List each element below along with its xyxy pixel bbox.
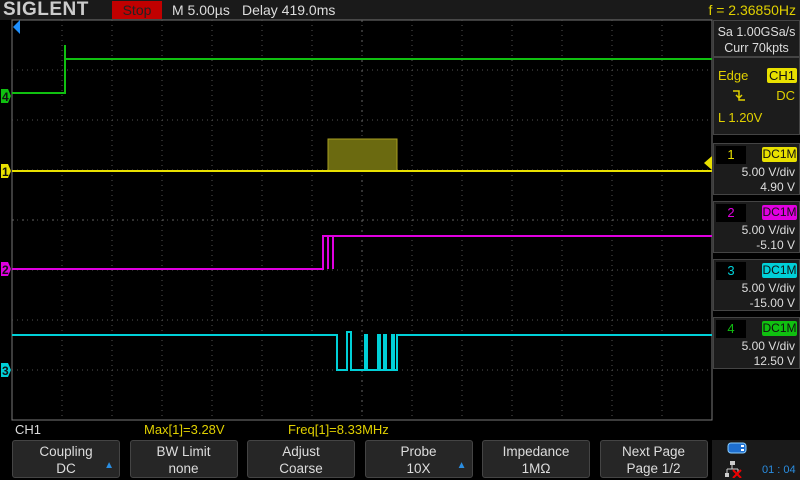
softkey-bw-limit[interactable]: BW Limit none xyxy=(129,440,238,478)
softkey-title: Next Page xyxy=(621,444,686,459)
channel-offset: -15.00 V xyxy=(749,296,795,310)
channel-coupling: DC1M xyxy=(762,147,797,162)
channel-coupling: DC1M xyxy=(762,263,797,278)
measure-channel: CH1 xyxy=(15,422,42,437)
usb-icon xyxy=(727,442,747,454)
channel-scale: 5.00 V/div xyxy=(741,165,795,179)
channel-number: 4 xyxy=(716,320,746,338)
channel-offset: -5.10 V xyxy=(756,238,795,252)
clock: 01 : 04 xyxy=(762,464,796,476)
channel-scale: 5.00 V/div xyxy=(741,223,795,237)
sample-rate: Sa 1.00GSa/s xyxy=(717,25,796,39)
softkey-value: 1MΩ xyxy=(521,461,551,476)
softkey-title: Impedance xyxy=(502,444,570,459)
channel-1-panel[interactable]: 1 DC1M 5.00 V/div 4.90 V xyxy=(713,143,800,195)
softkey-next-page[interactable]: Next Page Page 1/2 xyxy=(599,440,708,478)
channel-coupling: DC1M xyxy=(762,205,797,220)
measure-freq: Freq[1]=8.33MHz xyxy=(288,422,389,437)
channel-2-panel[interactable]: 2 DC1M 5.00 V/div -5.10 V xyxy=(713,201,800,253)
channel-number: 3 xyxy=(716,262,746,280)
measure-max: Max[1]=3.28V xyxy=(144,422,225,437)
falling-edge-icon xyxy=(733,90,745,101)
trigger-level: L 1.20V xyxy=(718,110,763,125)
channel-offset: 12.50 V xyxy=(753,354,795,368)
softkey-adjust[interactable]: Adjust Coarse xyxy=(247,440,355,478)
softkey-value: Page 1/2 xyxy=(626,461,681,476)
arrow-up-icon: ▲ xyxy=(104,460,114,471)
softkey-value: none xyxy=(168,461,199,476)
trigger-type: Edge xyxy=(718,68,749,83)
trigger-panel[interactable]: Edge CH1 DC L 1.20V xyxy=(713,57,800,135)
ch1-burst xyxy=(327,138,398,172)
channel-4-panel[interactable]: 4 DC1M 5.00 V/div 12.50 V xyxy=(713,317,800,369)
softkey-title: Adjust xyxy=(282,444,320,459)
network-disconnected-icon xyxy=(725,461,742,478)
memory-depth: Curr 70kpts xyxy=(724,41,789,55)
softkey-title: Probe xyxy=(400,444,437,459)
channel-offset: 4.90 V xyxy=(760,180,795,194)
softkey-value: 10X xyxy=(406,461,431,476)
softkey-coupling[interactable]: Coupling DC ▲ xyxy=(12,440,120,478)
softkey-title: BW Limit xyxy=(156,444,211,459)
trigger-source: CH1 xyxy=(766,68,797,83)
softkey-impedance[interactable]: Impedance 1MΩ xyxy=(482,440,590,478)
softkey-title: Coupling xyxy=(39,444,93,459)
softkey-probe[interactable]: Probe 10X ▲ xyxy=(364,440,473,478)
channel-coupling: DC1M xyxy=(762,321,797,336)
acquisition-info: Sa 1.00GSa/s Curr 70kpts xyxy=(713,20,800,57)
trigger-coupling: DC xyxy=(776,88,795,103)
softkey-value: DC xyxy=(56,461,76,476)
waveform-display: 1 2 3 4 xyxy=(1,19,713,421)
arrow-up-icon: ▲ xyxy=(456,460,467,471)
channel-3-panel[interactable]: 3 DC1M 5.00 V/div -15.00 V xyxy=(713,259,800,311)
ch1-marker-label: 1 xyxy=(2,165,9,179)
channel-number: 1 xyxy=(716,146,746,164)
ch3-marker-label: 3 xyxy=(2,364,9,378)
ch4-marker-label: 4 xyxy=(2,90,9,104)
ch2-marker-label: 2 xyxy=(2,263,9,277)
channel-scale: 5.00 V/div xyxy=(741,281,795,295)
channel-scale: 5.00 V/div xyxy=(741,339,795,353)
status-area: 01 : 04 xyxy=(712,440,800,480)
softkey-value: Coarse xyxy=(279,461,323,476)
channel-number: 2 xyxy=(716,204,746,222)
